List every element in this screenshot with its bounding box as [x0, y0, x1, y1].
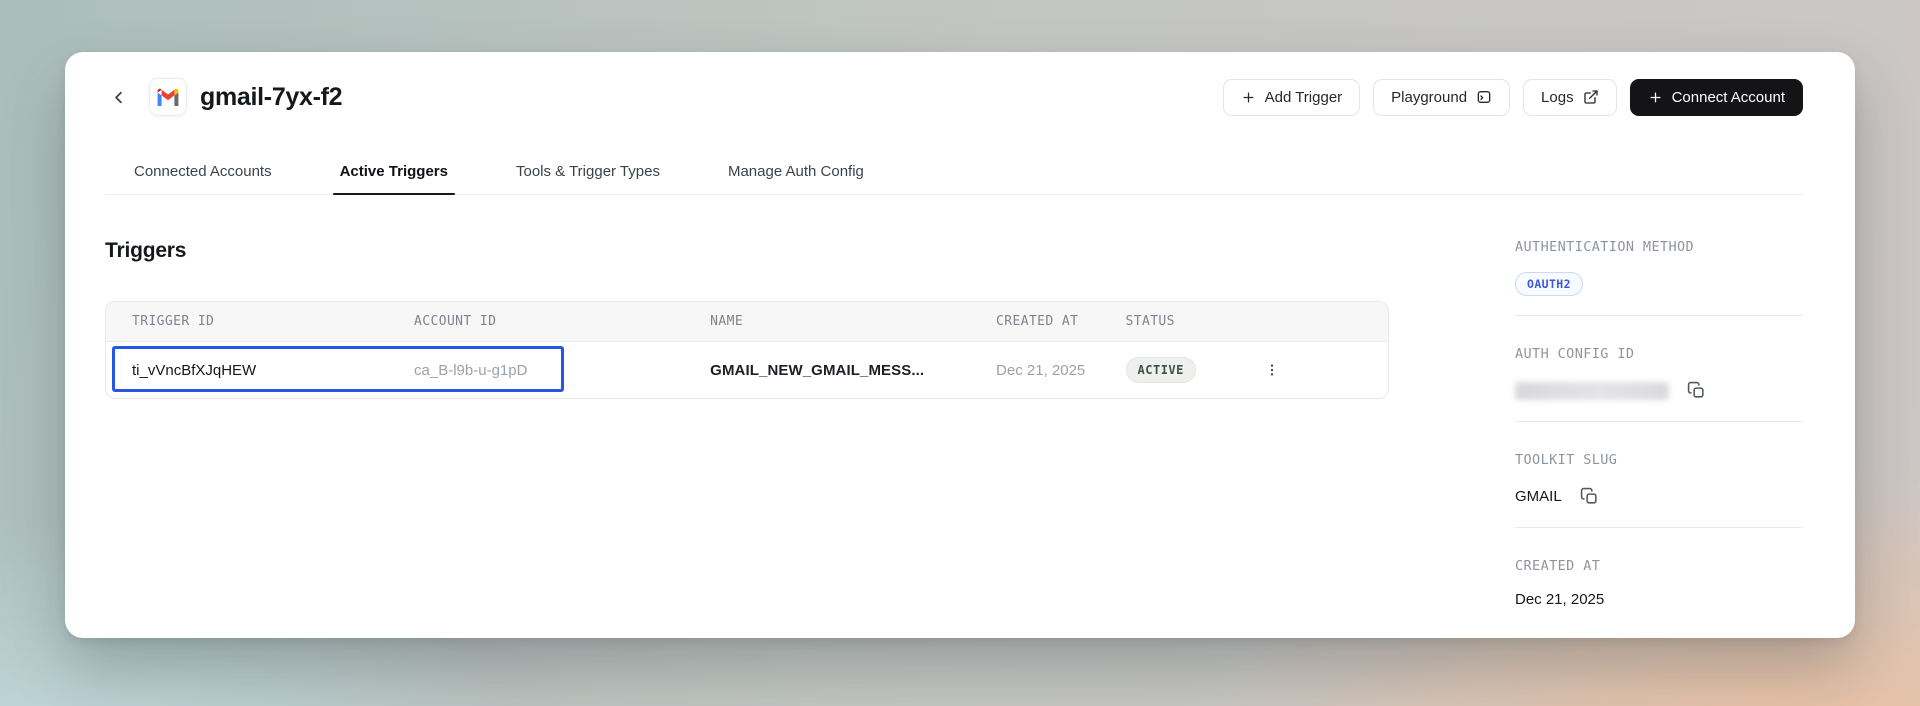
column-header-status: STATUS: [1125, 314, 1175, 329]
logs-label: Logs: [1541, 88, 1574, 106]
auth-config-id-redacted: [1515, 381, 1669, 400]
playground-terminal-icon: [1476, 89, 1492, 105]
table-header-row: TRIGGER ID ACCOUNT ID NAME CREATED AT ST…: [106, 302, 1388, 342]
gmail-app-tile: [149, 78, 187, 116]
back-button[interactable]: [105, 84, 132, 111]
column-header-name: NAME: [710, 314, 744, 329]
details-sidebar: AUTHENTICATION METHOD OAUTH2 AUTH CONFIG…: [1515, 239, 1803, 608]
toolkit-slug-section: TOOLKIT SLUG GMAIL: [1515, 452, 1803, 528]
cell-account-id: ca_B-l9b-u-g1pD: [414, 361, 528, 379]
plus-icon: [1648, 90, 1663, 105]
content-area: Triggers TRIGGER ID ACCOUNT ID NAME CREA…: [105, 239, 1803, 608]
status-badge: ACTIVE: [1125, 357, 1196, 383]
copy-auth-config-id-button[interactable]: [1685, 379, 1708, 402]
kebab-menu-icon: [1264, 362, 1280, 378]
triggers-panel: Triggers TRIGGER ID ACCOUNT ID NAME CREA…: [105, 239, 1391, 399]
connect-account-label: Connect Account: [1671, 88, 1785, 106]
gmail-logo-icon: [156, 88, 180, 107]
toolkit-slug-value: GMAIL: [1515, 488, 1562, 505]
column-header-trigger-id: TRIGGER ID: [132, 314, 215, 329]
created-at-value: Dec 21, 2025: [1515, 591, 1605, 608]
tab-tools-trigger-types[interactable]: Tools & Trigger Types: [509, 163, 667, 194]
app-card: gmail-7yx-f2 Add Trigger Playground Logs: [65, 52, 1855, 638]
plus-icon: [1241, 90, 1256, 105]
table-row[interactable]: ti_vVncBfXJqHEW ca_B-l9b-u-g1pD GMAIL_NE…: [106, 342, 1388, 398]
desktop-background: { "header": { "title": "gmail-7yx-f2", "…: [0, 0, 1920, 706]
section-title: Triggers: [105, 239, 187, 262]
toolkit-slug-label: TOOLKIT SLUG: [1515, 452, 1618, 468]
oauth2-badge: OAUTH2: [1515, 272, 1583, 296]
tab-active-triggers[interactable]: Active Triggers: [332, 163, 456, 195]
copy-toolkit-slug-button[interactable]: [1578, 485, 1601, 508]
header-actions: Add Trigger Playground Logs Connect Acco…: [1222, 78, 1803, 116]
add-trigger-button[interactable]: Add Trigger: [1222, 78, 1361, 116]
cell-name: GMAIL_NEW_GMAIL_MESS...: [710, 361, 925, 379]
playground-button[interactable]: Playground: [1373, 78, 1511, 116]
column-header-created-at: CREATED AT: [996, 314, 1079, 329]
column-header-account-id: ACCOUNT ID: [414, 314, 497, 329]
playground-label: Playground: [1391, 88, 1468, 106]
tab-manage-auth-config[interactable]: Manage Auth Config: [721, 163, 871, 194]
created-at-label: CREATED AT: [1515, 558, 1601, 574]
auth-method-section: AUTHENTICATION METHOD OAUTH2: [1515, 239, 1803, 316]
chevron-left-icon: [109, 88, 128, 107]
connect-account-button[interactable]: Connect Account: [1629, 78, 1803, 116]
cell-status: ACTIVE: [1100, 357, 1242, 383]
tab-bar: Connected Accounts Active Triggers Tools…: [105, 163, 1803, 195]
add-trigger-label: Add Trigger: [1264, 88, 1343, 106]
cell-actions: [1242, 358, 1388, 382]
auth-config-label: AUTH CONFIG ID: [1515, 346, 1635, 362]
tab-connected-accounts[interactable]: Connected Accounts: [127, 163, 279, 194]
external-link-icon: [1583, 89, 1599, 105]
triggers-table: TRIGGER ID ACCOUNT ID NAME CREATED AT ST…: [105, 301, 1389, 399]
cell-created-at: Dec 21, 2025: [996, 361, 1086, 379]
auth-config-section: AUTH CONFIG ID: [1515, 346, 1803, 422]
page-title: gmail-7yx-f2: [200, 82, 343, 111]
cell-trigger-id: ti_vVncBfXJqHEW: [132, 361, 257, 379]
auth-method-label: AUTHENTICATION METHOD: [1515, 239, 1695, 255]
copy-icon: [1687, 381, 1706, 400]
logs-button[interactable]: Logs: [1523, 78, 1617, 116]
copy-icon: [1580, 487, 1599, 506]
row-actions-button[interactable]: [1260, 358, 1284, 382]
page-header: gmail-7yx-f2 Add Trigger Playground Logs: [65, 52, 1855, 116]
created-at-section: CREATED AT Dec 21, 2025: [1515, 558, 1803, 608]
